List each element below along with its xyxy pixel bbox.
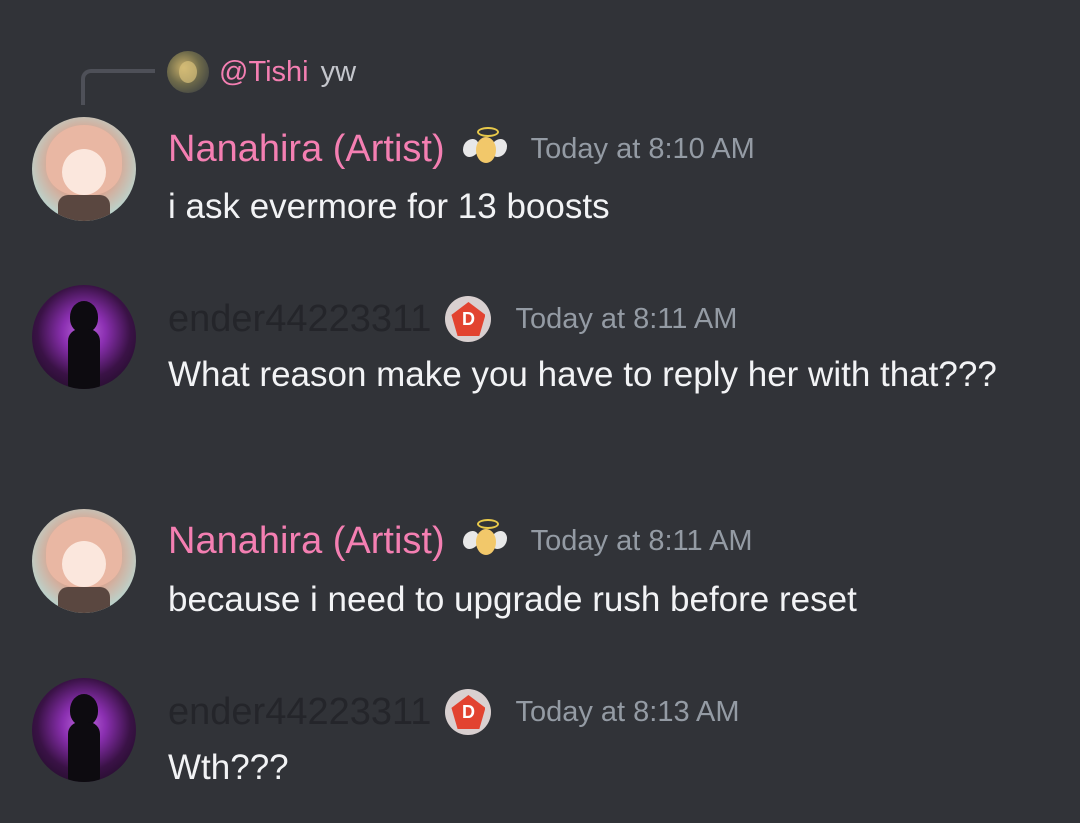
timestamp[interactable]: Today at 8:10 AM bbox=[531, 133, 755, 166]
angel-badge-icon[interactable] bbox=[462, 519, 507, 563]
reply-connector-line bbox=[81, 69, 155, 105]
message-text: i ask evermore for 13 boosts bbox=[168, 187, 610, 226]
avatar[interactable] bbox=[32, 678, 136, 782]
boost-badge-icon[interactable]: D bbox=[445, 689, 492, 735]
message-header: Nanahira (Artist) Today at 8:11 AM bbox=[168, 516, 753, 566]
angel-badge-icon[interactable] bbox=[462, 127, 507, 171]
author-name[interactable]: Nanahira (Artist) bbox=[168, 128, 445, 171]
message-header: ender44223311 D Today at 8:13 AM bbox=[168, 687, 740, 737]
avatar[interactable] bbox=[32, 117, 136, 221]
message-text: Wth??? bbox=[168, 748, 289, 787]
reply-preview[interactable]: @Tishi yw bbox=[167, 50, 356, 94]
reply-preview-text[interactable]: yw bbox=[321, 56, 356, 89]
message-header: ender44223311 D Today at 8:11 AM bbox=[168, 294, 737, 344]
author-name[interactable]: ender44223311 bbox=[168, 298, 431, 341]
reply-avatar[interactable] bbox=[167, 51, 209, 93]
message-text: because i need to upgrade rush before re… bbox=[168, 580, 857, 619]
timestamp[interactable]: Today at 8:11 AM bbox=[531, 525, 753, 558]
boost-badge-icon[interactable]: D bbox=[445, 296, 492, 342]
message-header: Nanahira (Artist) Today at 8:10 AM bbox=[168, 124, 755, 174]
avatar[interactable] bbox=[32, 285, 136, 389]
author-name[interactable]: ender44223311 bbox=[168, 691, 431, 734]
author-name[interactable]: Nanahira (Artist) bbox=[168, 520, 445, 563]
avatar[interactable] bbox=[32, 509, 136, 613]
timestamp[interactable]: Today at 8:13 AM bbox=[515, 696, 739, 729]
reply-mention[interactable]: @Tishi bbox=[219, 56, 309, 89]
timestamp[interactable]: Today at 8:11 AM bbox=[515, 303, 737, 336]
message-text: What reason make you have to reply her w… bbox=[168, 355, 997, 394]
